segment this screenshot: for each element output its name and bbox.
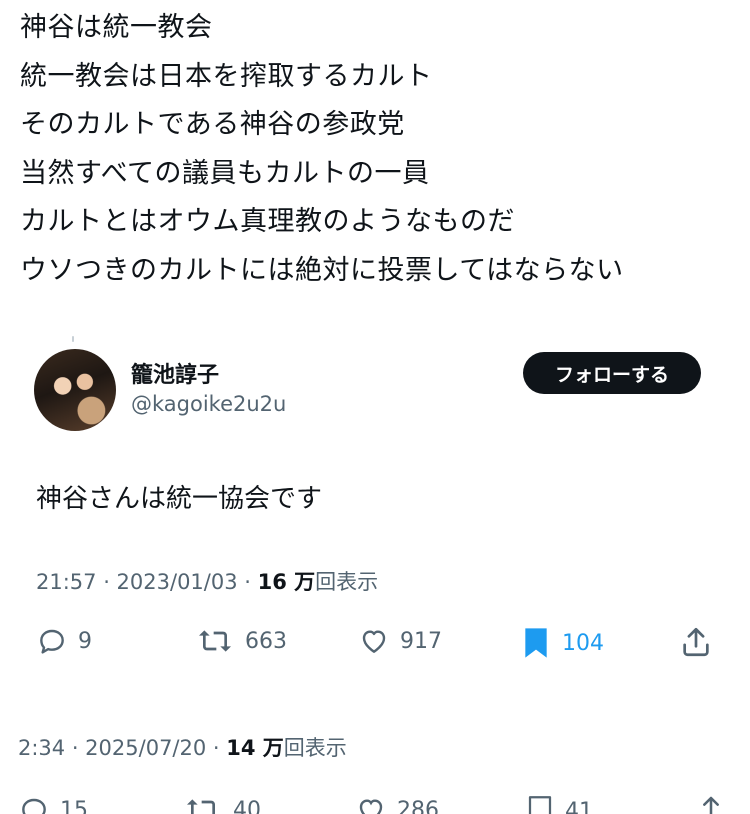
view-count: 14 万	[226, 736, 284, 760]
retweet-icon	[187, 799, 215, 814]
post-text-line: 神谷は統一教会	[20, 12, 213, 43]
share-button[interactable]	[695, 794, 727, 814]
post-text-line: カルトとはオウム真理教のようなものだ	[20, 206, 515, 237]
bookmark-count: 41	[565, 798, 593, 814]
tweet-meta: 2:34 · 2025/07/20 · 14 万回表示	[18, 732, 347, 762]
tweet-text: 神谷さんは統一協会です	[36, 484, 323, 514]
post-text-line: ウソつきのカルトには絶対に投票してはならない	[20, 254, 624, 286]
post-text-line: そのカルトである神谷の参政党	[20, 109, 405, 140]
like-count: 917	[400, 628, 442, 654]
retweet-icon	[199, 630, 231, 652]
reply-button[interactable]: 15	[18, 794, 88, 814]
reply-count: 15	[60, 797, 88, 814]
heart-icon	[359, 799, 383, 814]
share-icon	[683, 627, 709, 657]
timestamp[interactable]: 2:34 · 2025/07/20 ·	[18, 736, 226, 760]
share-icon	[703, 796, 719, 814]
bookmark-icon	[528, 796, 552, 814]
heart-icon	[362, 630, 386, 653]
divider-mark	[72, 336, 74, 342]
like-button[interactable]: 917	[358, 625, 442, 657]
view-label: 回表示	[315, 570, 379, 594]
display-name[interactable]: 籠池諄子	[131, 357, 219, 389]
like-button[interactable]: 286	[355, 794, 439, 814]
bookmark-button[interactable]: 41	[525, 794, 593, 814]
tweet-meta: 21:57 · 2023/01/03 · 16 万回表示	[36, 566, 378, 596]
retweet-button[interactable]: 663	[195, 625, 287, 657]
reply-button[interactable]: 9	[36, 625, 92, 657]
bookmark-button[interactable]: 104	[520, 625, 604, 661]
reply-icon	[40, 629, 64, 654]
retweet-count: 663	[245, 628, 287, 654]
post-text-line: 当然すべての議員もカルトの一員	[20, 157, 430, 189]
retweet-button[interactable]: 40	[183, 794, 261, 814]
timestamp[interactable]: 21:57 · 2023/01/03 ·	[36, 570, 258, 594]
outer-action-bar: 15 40 286 41	[0, 790, 750, 814]
retweet-count: 40	[233, 797, 261, 814]
view-count: 16 万	[257, 570, 316, 594]
follow-button[interactable]: フォローする	[523, 352, 701, 394]
view-label: 回表示	[283, 736, 347, 760]
like-count: 286	[397, 797, 439, 814]
bookmark-filled-icon	[525, 628, 547, 658]
reply-count: 9	[78, 628, 92, 654]
share-button[interactable]	[679, 625, 713, 659]
avatar[interactable]	[34, 349, 116, 431]
reply-icon	[22, 798, 46, 814]
bookmark-count: 104	[562, 630, 604, 656]
user-handle[interactable]: @kagoike2u2u	[131, 392, 286, 416]
post-text-line: 統一教会は日本を搾取するカルト	[20, 60, 433, 92]
post-text: 神谷は統一教会 統一教会は日本を搾取するカルト そのカルトである神谷の参政党 当…	[20, 4, 624, 295]
